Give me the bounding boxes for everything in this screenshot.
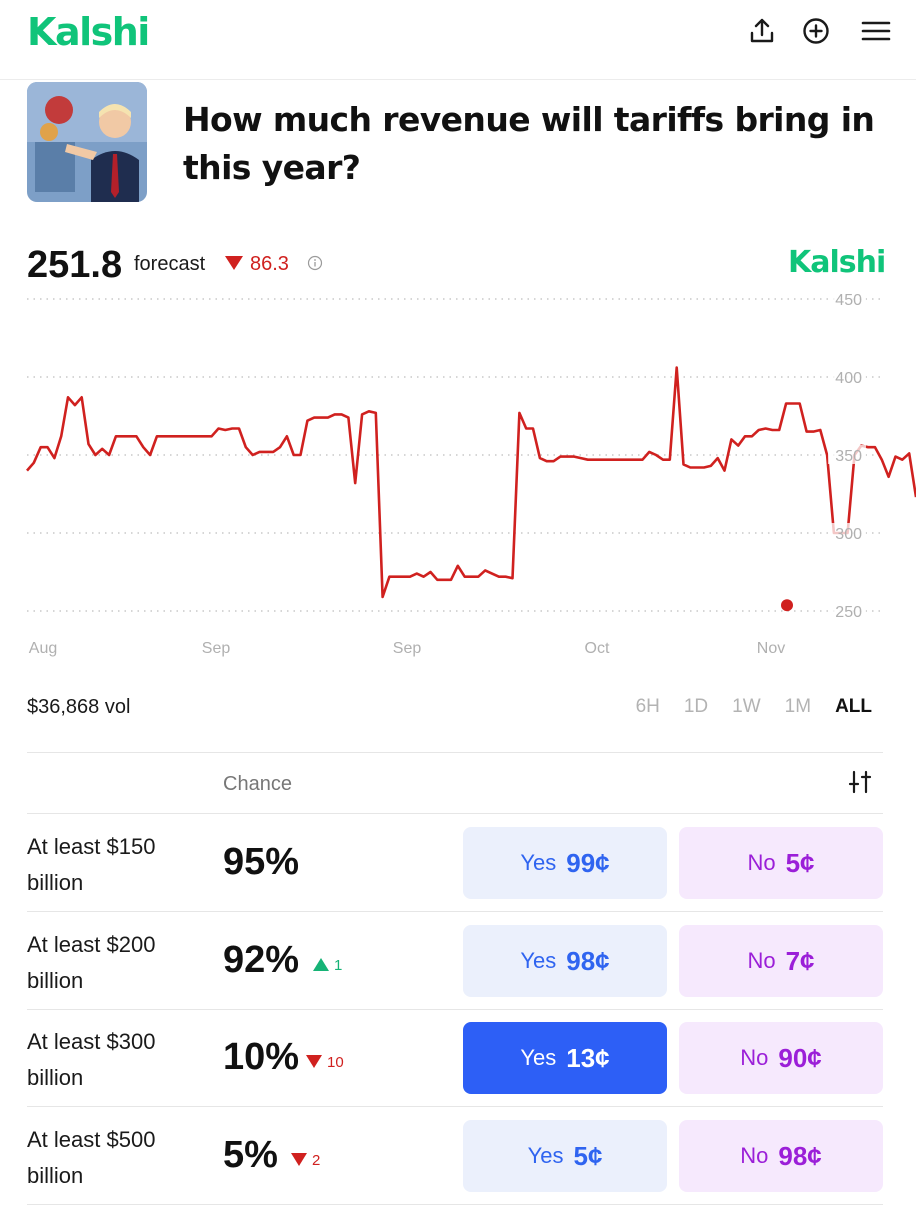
- outcome-label: At least $500 billion: [27, 1127, 156, 1188]
- outcome-row: At least $150 billion 95% Yes 99¢ No 5¢: [27, 815, 883, 912]
- chance-change-up: 1: [313, 957, 342, 974]
- range-all-button[interactable]: ALL: [835, 696, 872, 718]
- outcome-row: At least $300 billion 10% 10 Yes 13¢ No 90…: [27, 1010, 883, 1107]
- outcome-chance: 92%: [223, 939, 300, 981]
- x-tick-label: Nov: [757, 640, 785, 657]
- x-tick-label: Sep: [393, 640, 422, 657]
- down-arrow-icon: [306, 1055, 322, 1068]
- yes-label: Yes: [520, 850, 557, 875]
- y-tick-label: 250: [835, 604, 862, 621]
- menu-icon[interactable]: [861, 16, 891, 46]
- chance-change-down: 2: [291, 1152, 320, 1169]
- outcome-chance: 10%: [223, 1036, 300, 1078]
- y-tick-label: 350: [835, 448, 862, 465]
- yes-price: 5¢: [573, 1140, 603, 1171]
- no-label: No: [747, 948, 776, 973]
- no-label: No: [740, 1143, 769, 1168]
- forecast-label: forecast: [134, 253, 206, 275]
- no-price: 5¢: [785, 847, 815, 878]
- buy-no-button[interactable]: No 5¢: [679, 827, 883, 899]
- info-icon[interactable]: [307, 255, 323, 271]
- outcome-label: At least $300 billion: [27, 1029, 156, 1090]
- chance-change-value: 1: [334, 957, 343, 974]
- y-tick-label: 450: [835, 292, 862, 309]
- buy-yes-button[interactable]: Yes 99¢: [463, 827, 667, 899]
- price-chart[interactable]: 450 400 350 300 250 Aug Sep Sep Oct Nov: [0, 280, 916, 660]
- x-tick-label: Sep: [202, 640, 231, 657]
- range-1d-button[interactable]: 1D: [684, 696, 708, 718]
- market-thumbnail: [27, 82, 147, 202]
- buy-yes-button[interactable]: Yes 5¢: [463, 1120, 667, 1192]
- sort-filter-icon[interactable]: [847, 769, 873, 795]
- no-price: 90¢: [778, 1042, 822, 1073]
- yes-label: Yes: [520, 1045, 557, 1070]
- outcome-label: At least $200 billion: [27, 932, 156, 993]
- down-arrow-icon: [225, 256, 243, 270]
- outcome-chance: 5%: [223, 1134, 278, 1176]
- chance-change-value: 2: [312, 1152, 321, 1169]
- share-icon[interactable]: [747, 16, 777, 46]
- range-1w-button[interactable]: 1W: [732, 696, 761, 718]
- outcome-row: At least $500 billion 5% 2 Yes 5¢ No 98¢: [27, 1108, 883, 1205]
- x-tick-label: Oct: [585, 640, 610, 657]
- x-tick-label: Aug: [29, 640, 57, 657]
- chance-column-header: Chance: [223, 773, 292, 795]
- volume-label: $36,868 vol: [27, 696, 131, 718]
- yes-price: 13¢: [566, 1042, 610, 1073]
- down-arrow-icon: [291, 1153, 307, 1166]
- yes-price: 98¢: [566, 945, 610, 976]
- current-point-marker: [781, 599, 793, 612]
- chance-change-value: 10: [327, 1054, 344, 1071]
- no-label: No: [747, 850, 776, 875]
- top-bar: Kalshi: [0, 0, 916, 80]
- chart-watermark: Kalshi: [788, 245, 886, 280]
- no-price: 98¢: [778, 1140, 822, 1171]
- buy-yes-button[interactable]: Yes 13¢: [463, 1022, 667, 1094]
- buy-no-button[interactable]: No 90¢: [679, 1022, 883, 1094]
- buy-no-button[interactable]: No 98¢: [679, 1120, 883, 1192]
- yes-price: 99¢: [566, 847, 610, 878]
- yes-label: Yes: [520, 948, 557, 973]
- market-title: How much revenue will tariffs bring in t…: [183, 100, 875, 187]
- chart-series-line: [26, 366, 916, 599]
- add-circle-icon[interactable]: [801, 16, 831, 46]
- outcome-label: At least $150 billion: [27, 834, 156, 895]
- range-6h-button[interactable]: 6H: [636, 696, 660, 718]
- outcome-row: At least $200 billion 92% 1 Yes 98¢ No 7¢: [27, 913, 883, 1010]
- forecast-change: 86.3: [250, 253, 289, 275]
- buy-no-button[interactable]: No 7¢: [679, 925, 883, 997]
- time-range-selector: 6H 1D 1W 1M ALL: [612, 696, 872, 718]
- outcome-chance: 95%: [223, 841, 300, 883]
- no-label: No: [740, 1045, 769, 1070]
- yes-label: Yes: [527, 1143, 564, 1168]
- buy-yes-button[interactable]: Yes 98¢: [463, 925, 667, 997]
- price-chart-svg: 450 400 350 300 250 Aug Sep Sep Oct Nov: [26, 289, 916, 657]
- y-tick-label: 400: [835, 370, 862, 387]
- range-1m-button[interactable]: 1M: [785, 696, 811, 718]
- outcomes-table-header: Chance: [27, 752, 883, 814]
- no-price: 7¢: [785, 945, 815, 976]
- chance-change-down: 10: [306, 1054, 344, 1071]
- up-arrow-icon: [313, 958, 329, 971]
- kalshi-logo[interactable]: Kalshi: [27, 10, 150, 54]
- y-tick-label: 300: [835, 526, 862, 543]
